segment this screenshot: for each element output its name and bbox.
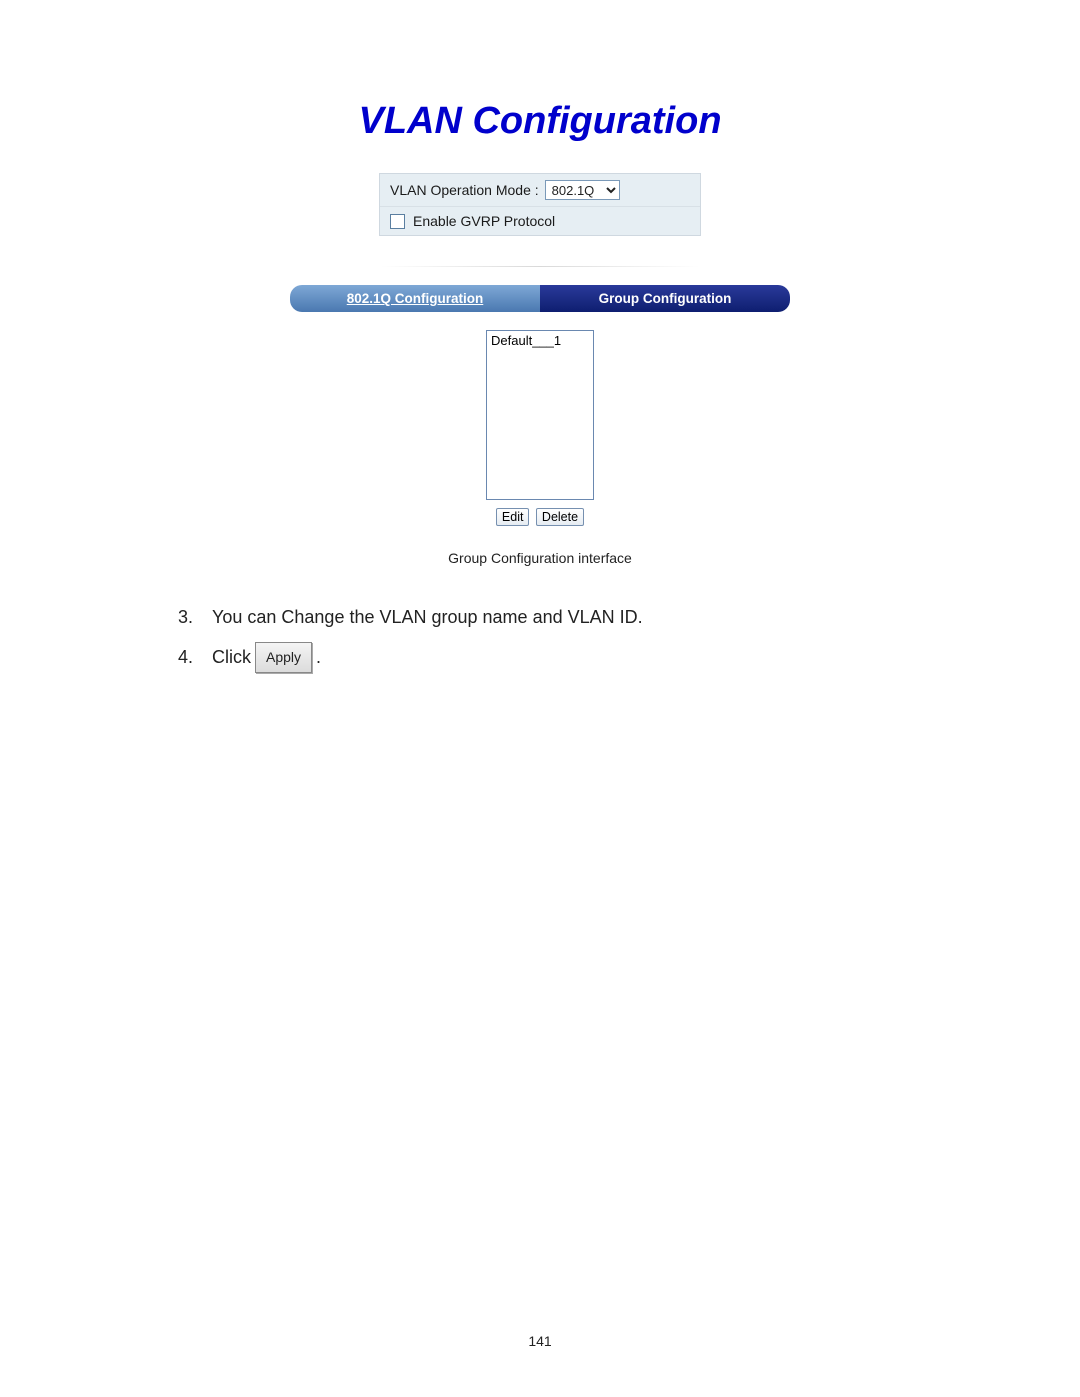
mode-label: VLAN Operation Mode : [390,182,539,198]
step-4-number: 4. [178,640,212,674]
figure-caption: Group Configuration interface [140,550,940,566]
divider [380,266,700,267]
mode-select[interactable]: 802.1Q [545,180,620,200]
mode-row: VLAN Operation Mode : 802.1Q [380,174,700,206]
step-3-number: 3. [178,600,212,634]
step-3-text: You can Change the VLAN group name and V… [212,600,643,634]
tab-label-right: Group Configuration [599,291,732,306]
delete-button[interactable]: Delete [536,508,584,526]
tab-8021q-configuration[interactable]: 802.1Q Configuration [290,285,540,312]
step-4-text-pre: Click [212,640,251,674]
group-listbox[interactable]: Default___1 [486,330,594,500]
options-panel: VLAN Operation Mode : 802.1Q Enable GVRP… [379,173,701,236]
edit-button[interactable]: Edit [496,508,530,526]
gvrp-label: Enable GVRP Protocol [413,213,555,229]
gvrp-checkbox[interactable] [390,214,405,229]
step-4: 4. Click Apply . [178,640,940,674]
tab-group-configuration[interactable]: Group Configuration [540,285,790,312]
step-3: 3. You can Change the VLAN group name an… [178,600,940,634]
gvrp-row: Enable GVRP Protocol [380,206,700,235]
tab-bar: 802.1Q Configuration Group Configuration [290,285,790,312]
instruction-list: 3. You can Change the VLAN group name an… [140,600,940,674]
list-item[interactable]: Default___1 [491,333,589,348]
page-number: 141 [0,1333,1080,1349]
tab-label-left: 802.1Q Configuration [347,291,484,306]
apply-button[interactable]: Apply [255,642,312,673]
page-title: VLAN Configuration [140,100,940,143]
list-button-row: Edit Delete [140,508,940,526]
step-4-text-post: . [316,640,321,674]
